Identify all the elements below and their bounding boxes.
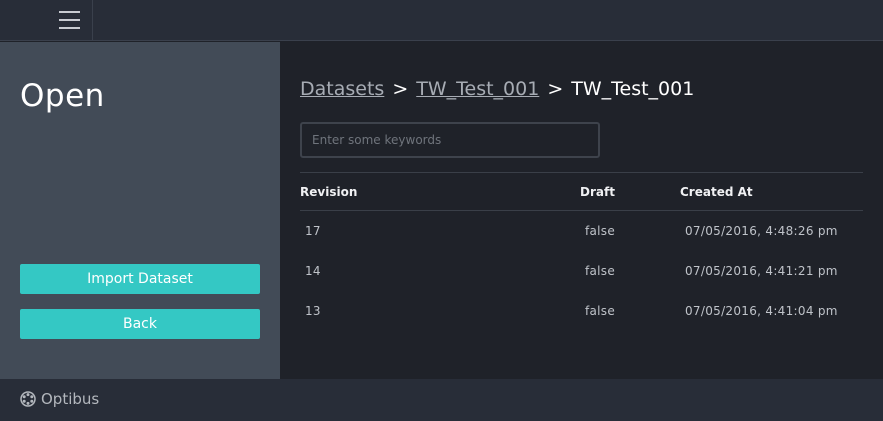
back-button[interactable]: Back xyxy=(20,309,260,339)
footer: Optibus xyxy=(0,379,883,421)
table-header: Revision Draft Created At xyxy=(300,172,863,211)
cell-created-at: 07/05/2016, 4:48:26 pm xyxy=(685,224,838,238)
column-header-revision[interactable]: Revision xyxy=(300,185,357,199)
breadcrumb-datasets-link[interactable]: Datasets xyxy=(300,78,384,100)
import-dataset-button[interactable]: Import Dataset xyxy=(20,264,260,294)
main-content: Datasets > TW_Test_001 > TW_Test_001 Revisio… xyxy=(280,42,883,379)
page-title: Open xyxy=(20,78,105,114)
hamburger-menu-button[interactable] xyxy=(47,0,93,41)
revisions-table: Revision Draft Created At 17 false 07/05… xyxy=(300,172,863,331)
column-header-draft[interactable]: Draft xyxy=(580,185,615,199)
cell-draft: false xyxy=(585,224,616,238)
cell-created-at: 07/05/2016, 4:41:21 pm xyxy=(685,264,838,278)
column-header-created-at[interactable]: Created At xyxy=(680,185,753,199)
cell-revision: 17 xyxy=(305,224,321,238)
brand-name: Optibus xyxy=(41,390,100,408)
cell-draft: false xyxy=(585,264,616,278)
table-row[interactable]: 14 false 07/05/2016, 4:41:21 pm xyxy=(300,251,863,291)
table-row[interactable]: 13 false 07/05/2016, 4:41:04 pm xyxy=(300,291,863,331)
breadcrumb-dataset-link[interactable]: TW_Test_001 xyxy=(416,78,539,100)
breadcrumb-current: TW_Test_001 xyxy=(571,78,695,100)
cell-draft: false xyxy=(585,304,616,318)
sidebar: Open Import Dataset Back xyxy=(0,42,280,379)
breadcrumb-separator: > xyxy=(392,78,409,100)
cell-revision: 13 xyxy=(305,304,321,318)
breadcrumb-separator: > xyxy=(547,78,564,100)
breadcrumb: Datasets > TW_Test_001 > TW_Test_001 xyxy=(300,78,694,100)
optibus-logo-icon xyxy=(20,391,36,407)
cell-created-at: 07/05/2016, 4:41:04 pm xyxy=(685,304,838,318)
search-input[interactable] xyxy=(300,122,600,158)
cell-revision: 14 xyxy=(305,264,321,278)
table-row[interactable]: 17 false 07/05/2016, 4:48:26 pm xyxy=(300,211,863,251)
brand[interactable]: Optibus xyxy=(20,390,99,408)
top-bar xyxy=(0,0,883,41)
